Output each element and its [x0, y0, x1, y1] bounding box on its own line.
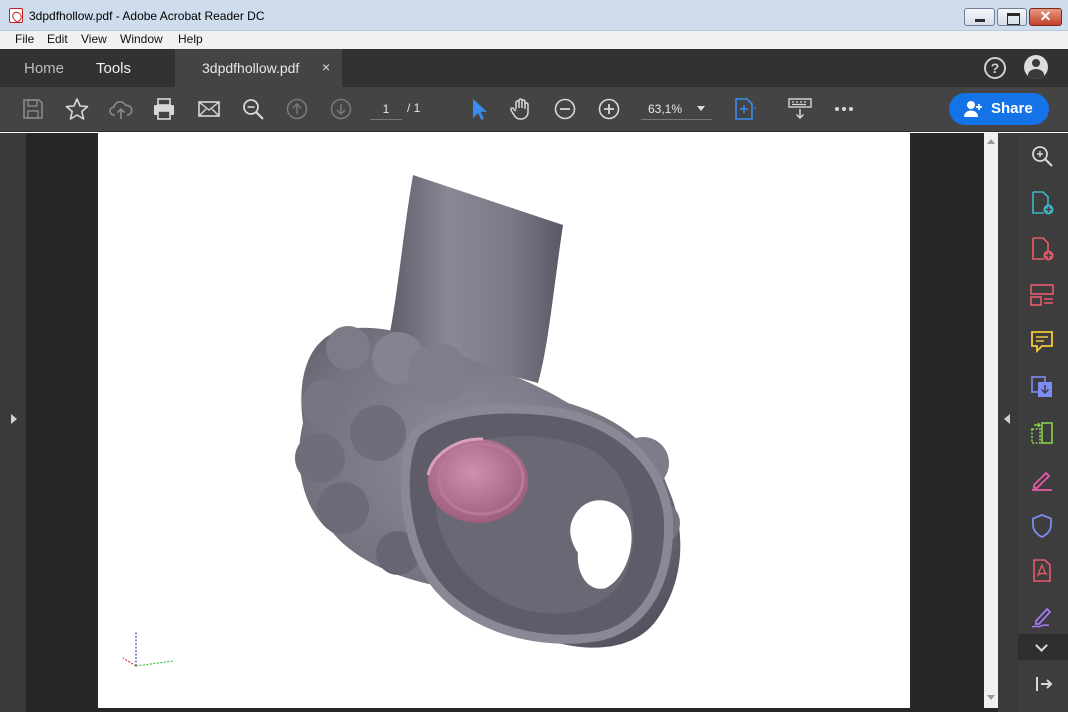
menu-file[interactable]: File — [15, 32, 34, 46]
scroll-up-icon[interactable] — [987, 139, 995, 144]
search-zoom-icon[interactable] — [1029, 143, 1055, 169]
keyboard-icon[interactable] — [787, 96, 813, 122]
scroll-down-icon[interactable] — [987, 695, 995, 700]
page-total: / 1 — [407, 101, 421, 115]
close-icon: ✕ — [1039, 8, 1052, 24]
menu-bar: File Edit View Window Help — [0, 31, 1068, 49]
zoom-out-icon[interactable] — [552, 96, 578, 122]
close-tab-icon[interactable]: × — [322, 59, 330, 75]
add-person-icon — [964, 101, 982, 117]
vertical-scrollbar[interactable] — [984, 133, 998, 708]
help-icon[interactable]: ? — [984, 57, 1006, 79]
minimize-button[interactable] — [964, 8, 995, 26]
more-icon[interactable] — [831, 96, 857, 122]
hand-icon[interactable] — [508, 96, 534, 122]
share-button[interactable]: Share — [949, 93, 1049, 125]
zoom-in-icon[interactable] — [596, 96, 622, 122]
more-tools-button[interactable] — [1018, 634, 1068, 660]
tab-document[interactable]: 3dpdfhollow.pdf × — [175, 49, 342, 87]
window-title: 3dpdfhollow.pdf - Adobe Acrobat Reader D… — [29, 9, 265, 23]
window-title-bar: 3dpdfhollow.pdf - Adobe Acrobat Reader D… — [0, 0, 1068, 31]
acrobat-app-icon — [9, 8, 23, 23]
expand-left-icon — [11, 414, 17, 424]
3d-axes-indicator — [122, 632, 174, 667]
page-number-input[interactable]: 1 — [370, 98, 402, 120]
protect-icon[interactable] — [1029, 513, 1055, 539]
right-panel-toggle[interactable] — [998, 133, 1018, 712]
signature-icon[interactable] — [1029, 604, 1055, 630]
maximize-button[interactable] — [997, 8, 1027, 26]
fill-sign-icon[interactable] — [1029, 467, 1055, 493]
left-panel-toggle[interactable] — [0, 133, 26, 712]
adobe-sign-icon[interactable] — [1029, 558, 1055, 584]
star-icon[interactable] — [64, 96, 90, 122]
cloud-upload-icon[interactable] — [108, 96, 134, 122]
chevron-down-icon — [1035, 639, 1048, 652]
compress-icon[interactable] — [1029, 420, 1055, 446]
share-button-label: Share — [991, 100, 1033, 117]
menu-view[interactable]: View — [81, 32, 107, 46]
account-icon[interactable] — [1024, 55, 1048, 79]
email-icon[interactable] — [196, 96, 222, 122]
tab-home[interactable]: Home — [24, 60, 64, 77]
expand-tools-pane-icon[interactable] — [1034, 674, 1054, 694]
menu-window[interactable]: Window — [120, 32, 163, 46]
document-tab-label: 3dpdfhollow.pdf — [202, 60, 300, 76]
create-pdf-icon[interactable] — [1029, 190, 1055, 216]
menu-edit[interactable]: Edit — [47, 32, 68, 46]
page-up-icon[interactable] — [284, 96, 310, 122]
tab-tools[interactable]: Tools — [96, 60, 131, 77]
collapse-right-icon — [1004, 414, 1010, 424]
tab-bar: Home Tools 3dpdfhollow.pdf × — [0, 49, 1068, 87]
3d-model-view[interactable] — [98, 133, 910, 708]
save-icon[interactable] — [20, 96, 46, 122]
fit-page-icon[interactable] — [731, 96, 757, 122]
menu-help[interactable]: Help — [178, 32, 203, 46]
combine-files-icon[interactable] — [1029, 374, 1055, 400]
export-pdf-icon[interactable] — [1029, 236, 1055, 262]
print-icon[interactable] — [151, 96, 177, 122]
comment-icon[interactable] — [1029, 328, 1055, 354]
zoom-dropdown-caret[interactable] — [697, 106, 705, 111]
select-cursor-icon[interactable] — [465, 96, 491, 122]
close-button[interactable]: ✕ — [1029, 8, 1062, 26]
organize-pages-icon[interactable] — [1029, 282, 1055, 308]
page-down-icon[interactable] — [328, 96, 354, 122]
search-zoom-icon[interactable] — [240, 96, 266, 122]
